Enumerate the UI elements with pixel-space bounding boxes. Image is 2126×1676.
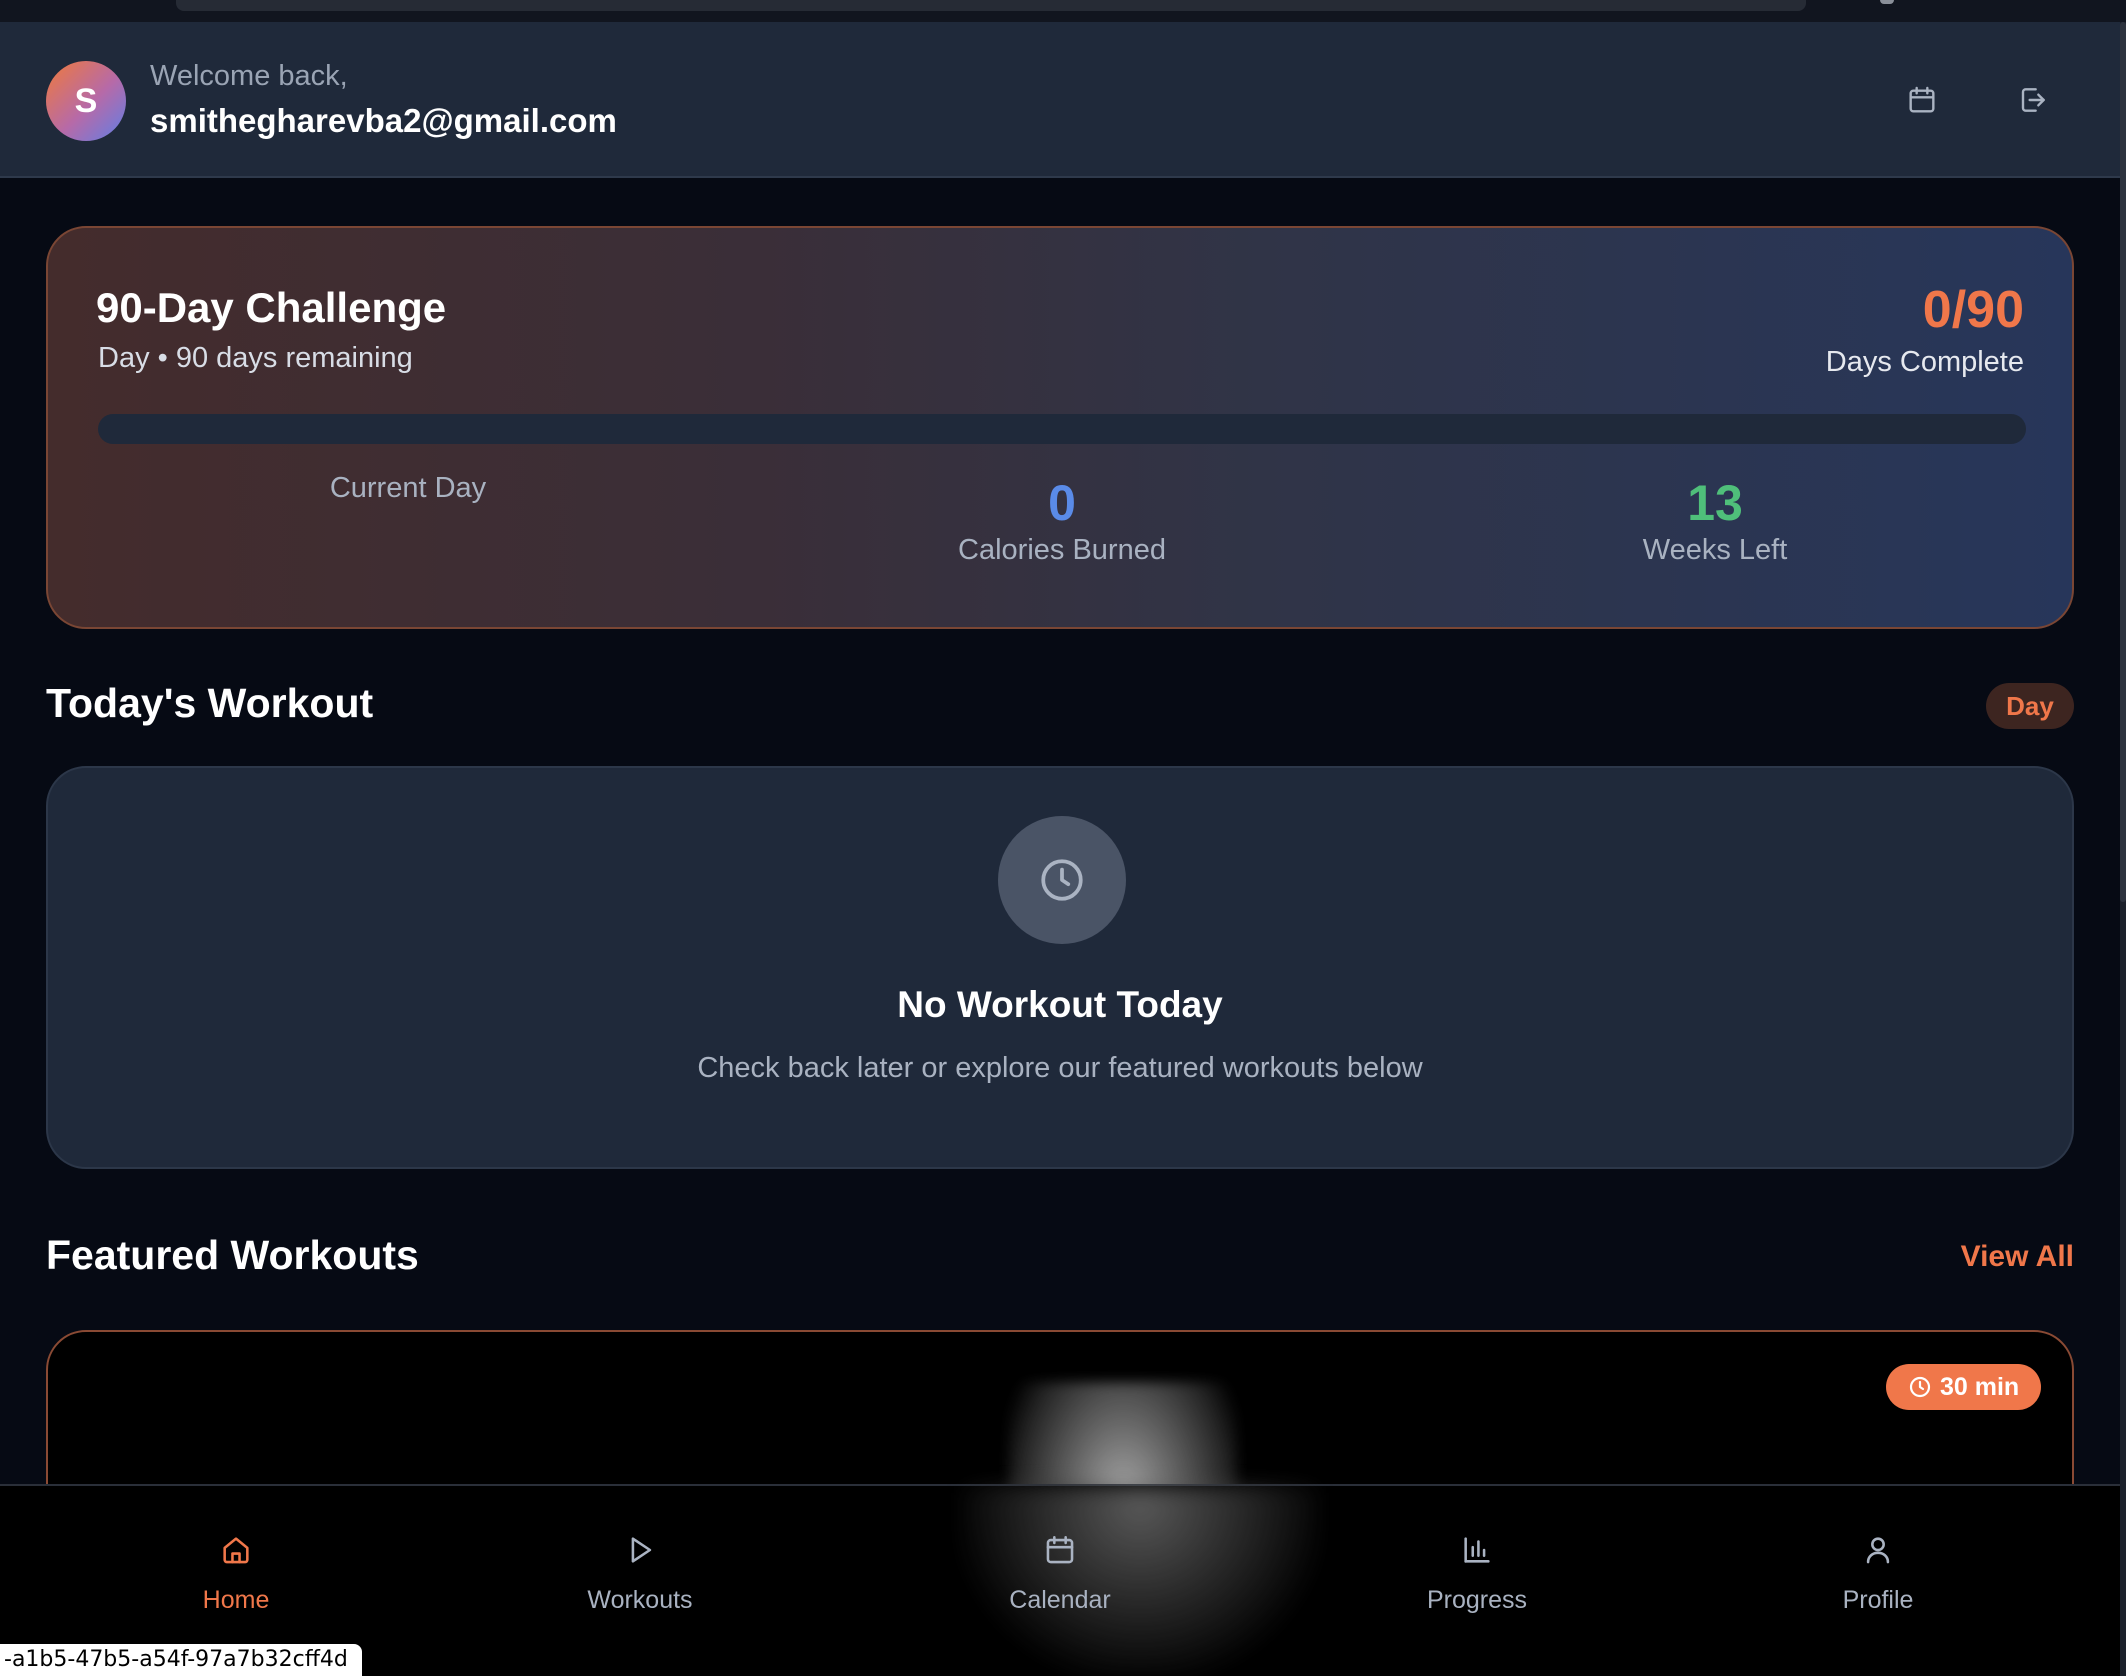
nav-item-progress[interactable]: Progress <box>1377 1528 1577 1615</box>
nav-item-profile[interactable]: Profile <box>1778 1528 1978 1615</box>
stat-label: Current Day <box>329 472 487 504</box>
challenge-subtitle: Day • 90 days remaining <box>98 342 413 374</box>
scrollbar-thumb[interactable] <box>2120 22 2126 902</box>
user-icon <box>1866 1537 1890 1564</box>
logout-button[interactable] <box>2011 78 2055 122</box>
app-header: S Welcome back, smithegharevba2@gmail.co… <box>0 22 2120 178</box>
duration-badge: 30 min <box>1886 1364 2042 1410</box>
duration-text: 30 min <box>1940 1372 2020 1401</box>
calendar-button[interactable] <box>1900 78 1944 122</box>
page: S Welcome back, smithegharevba2@gmail.co… <box>0 0 2126 1676</box>
nav-label: Home <box>202 1586 270 1614</box>
user-email: smithegharevba2@gmail.com <box>150 102 617 139</box>
clock-icon <box>1041 859 1083 901</box>
todays-workout-card: No Workout Today Check back later or exp… <box>46 766 2074 1169</box>
welcome-text: Welcome back, <box>150 60 348 92</box>
scrollbar[interactable] <box>2120 22 2126 1676</box>
logout-icon <box>2021 88 2045 112</box>
day-badge: Day <box>1986 683 2074 729</box>
stat-label: Weeks Left <box>1642 534 1788 566</box>
nav-item-workouts[interactable]: Workouts <box>540 1528 740 1615</box>
browser-url-bar[interactable] <box>176 0 1806 11</box>
featured-workouts-title: Featured Workouts <box>46 1232 419 1278</box>
stat-calories-burned: 0 Calories Burned <box>852 472 1272 567</box>
nav-label: Progress <box>1426 1586 1528 1614</box>
play-icon <box>631 1537 652 1563</box>
empty-state-subtitle: Check back later or explore our featured… <box>697 1052 1423 1084</box>
status-bar-url: -a1b5-47b5-a54f-97a7b32cff4d <box>0 1644 362 1676</box>
stat-label: Calories Burned <box>958 534 1166 566</box>
nav-label: Calendar <box>1009 1586 1111 1614</box>
clock-icon <box>1909 1376 1931 1398</box>
calendar-icon <box>1909 86 1935 113</box>
challenge-count: 0/90 <box>1922 281 2024 339</box>
nav-label: Profile <box>1842 1586 1914 1614</box>
calendar-icon <box>1046 1535 1074 1564</box>
avatar[interactable]: S <box>46 61 126 141</box>
stat-value: 0 <box>1048 475 1076 531</box>
browser-top-strip <box>0 0 2126 22</box>
view-all-link[interactable]: View All <box>1961 1240 2074 1274</box>
nav-item-calendar[interactable]: Calendar <box>960 1528 1160 1615</box>
challenge-count-label: Days Complete <box>1825 346 2024 378</box>
nav-label: Workouts <box>587 1586 693 1614</box>
stat-weeks-left: 13 Weeks Left <box>1505 472 1925 567</box>
challenge-card: 90-Day Challenge Day • 90 days remaining… <box>46 226 2074 629</box>
nav-item-home[interactable]: Home <box>136 1528 336 1615</box>
bar-chart-icon <box>1464 1537 1490 1563</box>
stat-current-day: Current Day <box>198 472 618 505</box>
avatar-initial: S <box>74 81 98 120</box>
todays-workout-title: Today's Workout <box>46 680 374 726</box>
browser-indicator <box>1880 0 1894 4</box>
clock-icon-circle <box>998 816 1126 944</box>
empty-state-title: No Workout Today <box>897 984 1223 1025</box>
stat-value: 13 <box>1687 475 1743 531</box>
challenge-progress-bar <box>98 414 2026 444</box>
home-icon <box>223 1537 249 1564</box>
challenge-title: 90-Day Challenge <box>96 284 447 331</box>
